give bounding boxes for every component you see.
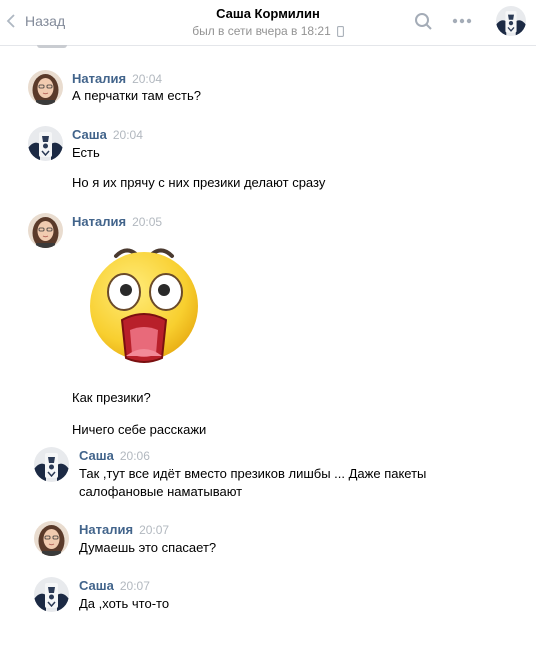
author-name[interactable]: Саша (79, 448, 114, 463)
avatar[interactable] (28, 70, 63, 105)
message-time[interactable]: 20:06 (120, 449, 150, 463)
mobile-icon (336, 25, 344, 37)
message-header: Наталия 20:04 (72, 71, 162, 87)
avatar[interactable] (34, 521, 69, 556)
message-text: Думаешь это спасает? (79, 540, 217, 555)
status-text: был в сети вчера в 18:21 (192, 24, 331, 38)
author-name[interactable]: Наталия (72, 214, 126, 229)
back-button[interactable]: Назад (6, 8, 65, 34)
message-time[interactable]: 20:07 (120, 579, 150, 593)
scroll-edge (37, 45, 67, 48)
message-text: Но я их прячу с них презики делают сразу (72, 175, 326, 190)
message-header: Саша 20:07 (79, 578, 150, 594)
message-time[interactable]: 20:05 (132, 215, 162, 229)
author-name[interactable]: Наталия (72, 71, 126, 86)
shocked-emoji-sticker[interactable] (86, 238, 202, 366)
message-text: Есть (72, 145, 100, 160)
avatar[interactable] (28, 213, 63, 248)
message-time[interactable]: 20:07 (139, 523, 169, 537)
message-text: Как презики? (72, 390, 151, 405)
message-header: Наталия 20:07 (79, 522, 169, 538)
author-name[interactable]: Саша (72, 127, 107, 142)
chat-title-block[interactable]: Саша Кормилин был в сети вчера в 18:21 (140, 6, 396, 40)
author-name[interactable]: Наталия (79, 522, 133, 537)
chat-header: Назад Саша Кормилин был в сети вчера в 1… (0, 0, 536, 46)
message-header: Саша 20:04 (72, 127, 143, 143)
message-time[interactable]: 20:04 (113, 128, 143, 142)
chevron-left-icon (6, 14, 15, 28)
online-status: был в сети вчера в 18:21 (192, 22, 344, 40)
message-time[interactable]: 20:04 (132, 72, 162, 86)
message-text: Так ,тут все идёт вместо презиков лишбы … (79, 466, 427, 481)
author-name[interactable]: Саша (79, 578, 114, 593)
avatar[interactable] (34, 577, 69, 612)
message-text: А перчатки там есть? (72, 88, 202, 103)
avatar[interactable] (496, 6, 526, 36)
chat-title: Саша Кормилин (216, 6, 320, 21)
more-icon[interactable] (452, 18, 472, 24)
search-icon[interactable] (414, 12, 434, 32)
message-text: салофановые наматывают (79, 484, 243, 499)
message-header: Наталия 20:05 (72, 214, 162, 230)
avatar[interactable] (28, 126, 63, 161)
message-header: Саша 20:06 (79, 448, 150, 464)
message-text: Ничего себе расскажи (72, 422, 207, 437)
back-label: Назад (25, 13, 66, 29)
avatar[interactable] (34, 447, 69, 482)
message-text: Да ,хоть что-то (79, 596, 170, 611)
